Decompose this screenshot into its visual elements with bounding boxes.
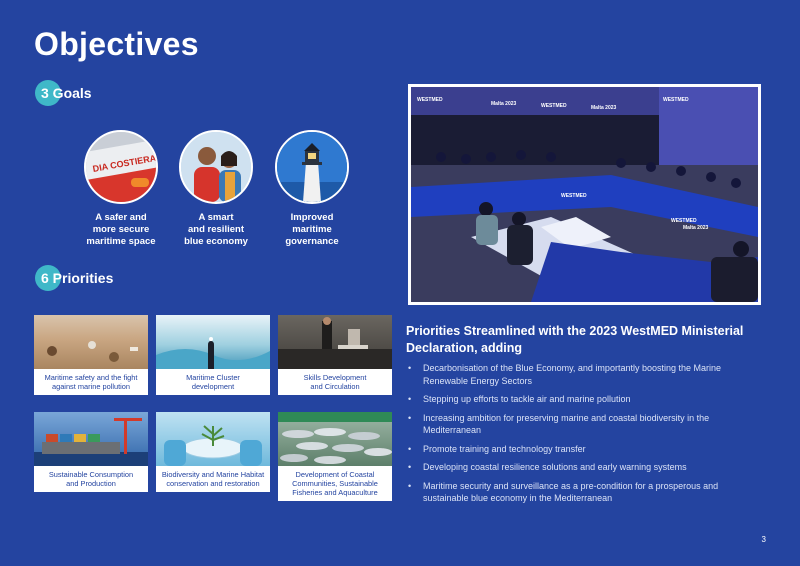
bullet-dot-icon: • [408, 443, 412, 454]
priority-caption: Development of Coastal Communities, Sust… [292, 470, 378, 497]
priority-caption: Maritime safety and the fight against ma… [44, 373, 138, 391]
goal-image-lighthouse [275, 130, 349, 204]
petri-dish-icon [164, 425, 262, 466]
goal-image-coastguard-boat: DIA COSTIERA [84, 130, 158, 204]
bullet-item: • Developing coastal resilience solutions… [408, 462, 687, 472]
priority-caption: Skills Development and Circulation [303, 373, 367, 391]
priorities-heading: 6 Priorities [35, 265, 113, 291]
declaration-bullet-list: • Decarbonisation of the Blue Economy, an… [406, 362, 766, 511]
debris-illustration [47, 341, 138, 362]
page-title: Objectives [34, 26, 199, 62]
container-port-image [34, 412, 148, 466]
goal-maritime-governance: Improved maritime governance [262, 130, 362, 248]
goal-label: A safer and more secure maritime space [86, 212, 156, 247]
photo-banner: Malta 2023 [591, 105, 617, 111]
conference-room-illustration: WESTMED Malta 2023 WESTMED Malta 2023 WE… [411, 87, 758, 302]
bullet-dot-icon: • [408, 363, 412, 373]
photo-banner: WESTMED [663, 97, 689, 103]
declaration-title: Priorities Streamlined with the 2023 Wes… [406, 324, 744, 355]
hand-touch-icon [156, 337, 270, 369]
table-label: Malta 2023 [683, 225, 709, 231]
priority-card-biodiversity: Biodiversity and Marine Habitat conserva… [156, 412, 270, 492]
goal-smart-blue-economy: A smart and resilient blue economy [166, 130, 266, 248]
fish-crate-illustration [278, 412, 392, 464]
priority-caption: Biodiversity and Marine Habitat conserva… [161, 470, 265, 488]
bullet-item: • Stepping up efforts to tackle air and m… [408, 394, 631, 404]
priority-card-maritime-safety: Maritime safety and the fight against ma… [34, 315, 148, 395]
priority-card-maritime-cluster: Maritime Cluster development [156, 315, 270, 395]
goal-label: A smart and resilient blue economy [184, 212, 248, 247]
bullet-dot-icon: • [408, 480, 412, 491]
cargo-ship-illustration [34, 418, 148, 466]
beach-pollution-image [34, 315, 148, 369]
table-label: WESTMED [671, 218, 697, 224]
ministerial-meeting-photo: WESTMED Malta 2023 WESTMED Malta 2023 WE… [408, 84, 761, 305]
digital-wave-image [156, 315, 270, 369]
photo-banner: Malta 2023 [491, 101, 517, 107]
bullet-item: • Increasing ambition for preserving mari… [408, 412, 710, 436]
priority-card-sustainable-consumption: Sustainable Consumption and Production [34, 412, 148, 492]
goal-label: Improved maritime governance [285, 212, 339, 247]
coastguard-boat-illustration: DIA COSTIERA [86, 132, 156, 202]
bullet-dot-icon: • [408, 394, 412, 404]
bullet-item: • Maritime security and surveillance as a… [408, 480, 719, 504]
goals-heading: 3 Goals [35, 80, 92, 106]
people-illustration [181, 132, 251, 202]
photo-banner: WESTMED [417, 97, 443, 103]
page-number: 3 [761, 535, 766, 544]
priority-card-skills: Skills Development and Circulation [278, 315, 392, 395]
classroom-image [278, 315, 392, 369]
bullet-dot-icon: • [408, 462, 412, 472]
lighthouse-icon [277, 132, 347, 202]
lab-plant-image [156, 412, 270, 466]
priority-card-coastal-communities: Development of Coastal Communities, Sust… [278, 412, 392, 501]
photo-banner: WESTMED [541, 103, 567, 109]
goal-safer-maritime-space: DIA COSTIERA A safer and more secure mar… [71, 130, 171, 248]
priority-caption: Maritime Cluster development [186, 373, 240, 391]
bullet-item: • Promote training and technology transfe… [408, 443, 586, 454]
photo-frame: WESTMED Malta 2023 WESTMED Malta 2023 WE… [411, 87, 758, 302]
bullet-dot-icon: • [408, 412, 412, 423]
priority-caption: Sustainable Consumption and Production [48, 470, 134, 488]
workshop-illustration [278, 317, 392, 369]
bullet-item: • Decarbonisation of the Blue Economy, an… [408, 363, 722, 386]
table-label: WESTMED [561, 193, 587, 199]
goal-image-people [179, 130, 253, 204]
fish-catch-image [278, 412, 392, 466]
